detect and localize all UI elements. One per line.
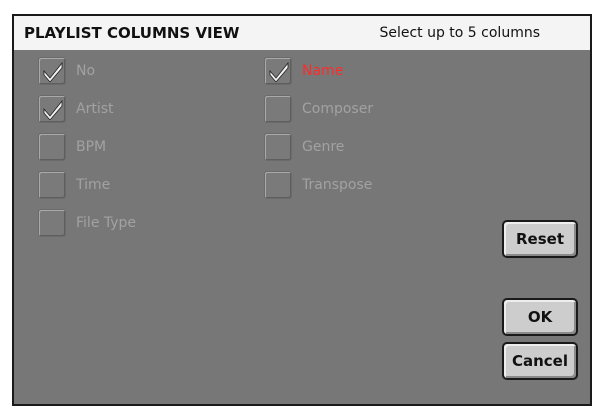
reset-button[interactable]: Reset bbox=[502, 220, 578, 258]
column-option-label: File Type bbox=[76, 215, 137, 231]
column-option-label: Artist bbox=[76, 101, 114, 117]
column-option-label: Transpose bbox=[302, 177, 373, 193]
checkbox-composer[interactable] bbox=[264, 95, 292, 123]
checkbox-file-type[interactable] bbox=[38, 209, 66, 237]
column-option-transpose[interactable]: Transpose bbox=[264, 170, 372, 200]
column-option-time[interactable]: Time bbox=[38, 170, 110, 200]
dialog-hint: Select up to 5 columns bbox=[379, 25, 540, 41]
column-option-name[interactable]: Name bbox=[264, 56, 343, 86]
column-option-genre[interactable]: Genre bbox=[264, 132, 344, 162]
column-option-composer[interactable]: Composer bbox=[264, 94, 373, 124]
column-option-label: Genre bbox=[302, 139, 345, 155]
check-icon bbox=[43, 61, 63, 82]
checkbox-no[interactable] bbox=[38, 57, 66, 85]
check-icon bbox=[269, 61, 289, 82]
column-option-label: Time bbox=[76, 177, 111, 193]
dialog-title: PLAYLIST COLUMNS VIEW bbox=[24, 24, 240, 42]
dialog-header: PLAYLIST COLUMNS VIEW Select up to 5 col… bbox=[14, 16, 590, 50]
checkbox-transpose[interactable] bbox=[264, 171, 292, 199]
column-option-file-type[interactable]: File Type bbox=[38, 208, 136, 238]
checkbox-artist[interactable] bbox=[38, 95, 66, 123]
checkbox-bpm[interactable] bbox=[38, 133, 66, 161]
check-icon bbox=[43, 99, 63, 120]
column-option-no[interactable]: No bbox=[38, 56, 95, 86]
column-option-artist[interactable]: Artist bbox=[38, 94, 114, 124]
column-option-label: Name bbox=[302, 63, 344, 79]
column-option-label: Composer bbox=[302, 101, 374, 117]
column-option-label: BPM bbox=[76, 139, 107, 155]
ok-button[interactable]: OK bbox=[502, 298, 578, 336]
playlist-columns-dialog: PLAYLIST COLUMNS VIEW Select up to 5 col… bbox=[12, 14, 592, 406]
cancel-button[interactable]: Cancel bbox=[502, 342, 578, 380]
checkbox-name[interactable] bbox=[264, 57, 292, 85]
checkbox-time[interactable] bbox=[38, 171, 66, 199]
column-option-bpm[interactable]: BPM bbox=[38, 132, 106, 162]
checkbox-genre[interactable] bbox=[264, 133, 292, 161]
column-option-label: No bbox=[76, 63, 96, 79]
